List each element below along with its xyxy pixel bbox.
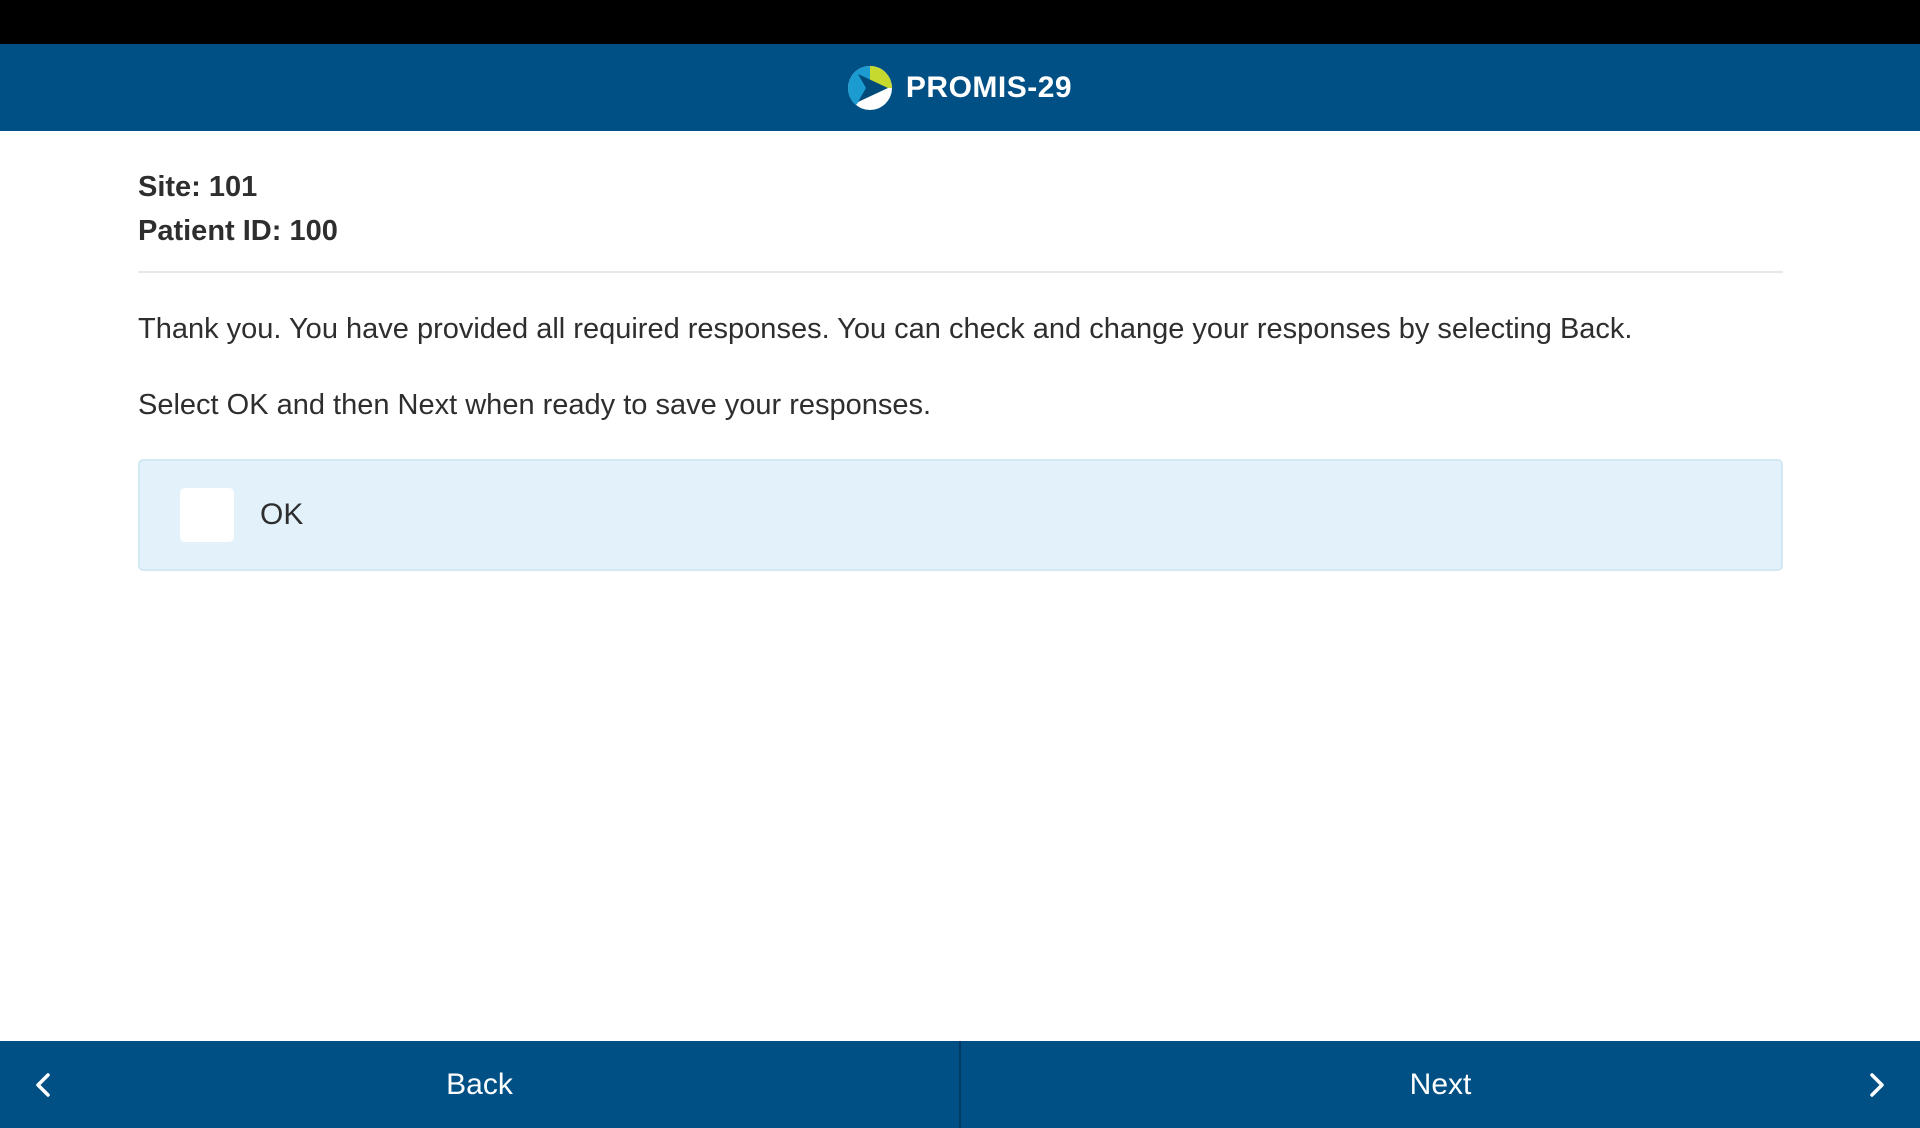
footer-nav: Back Next xyxy=(0,1041,1920,1128)
back-button[interactable]: Back xyxy=(0,1041,961,1128)
next-label: Next xyxy=(1409,1067,1472,1101)
ok-checkbox[interactable] xyxy=(180,488,234,542)
instruction-message: Select OK and then Next when ready to sa… xyxy=(138,389,932,421)
site-label: Site: 101 xyxy=(138,171,258,203)
patient-id-label: Patient ID: 100 xyxy=(138,215,338,247)
app-header: PROMIS-29 xyxy=(0,44,1920,131)
ok-label: OK xyxy=(260,498,304,531)
status-bar xyxy=(0,0,1920,44)
app-title: PROMIS-29 xyxy=(905,70,1073,104)
header-title-group: PROMIS-29 xyxy=(847,65,1073,110)
back-label: Back xyxy=(446,1067,513,1101)
patient-info: Site: 101 Patient ID: 100 xyxy=(138,131,1783,273)
main-content: Site: 101 Patient ID: 100 Thank you. You… xyxy=(138,131,1783,571)
ok-option[interactable]: OK xyxy=(138,459,1783,571)
next-button[interactable]: Next xyxy=(961,1041,1920,1128)
promis-logo-icon xyxy=(847,65,892,110)
thank-you-message: Thank you. You have provided all require… xyxy=(138,313,1633,345)
